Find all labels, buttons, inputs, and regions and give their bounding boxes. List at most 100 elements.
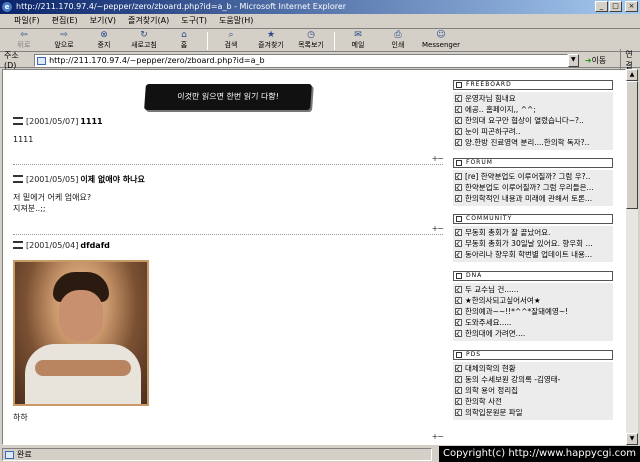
search-button[interactable]: ⌕ 검색: [211, 30, 251, 51]
sidebar-list: 두 교수님 건...... ★한의사되고싶어서여★ 한의예과~~!!*^^*잘돼…: [453, 283, 613, 341]
close-button[interactable]: ×: [625, 1, 638, 12]
post-item: [2001/05/07] 1111 1111: [13, 116, 443, 145]
list-item[interactable]: 양.한방 진료영역 분리....한의학 독자?..: [453, 137, 613, 148]
forward-button[interactable]: ⇨ 앞으로: [44, 30, 84, 51]
arrow-box-icon: [455, 330, 462, 337]
scroll-thumb[interactable]: [626, 81, 638, 209]
post-date: [2001/05/05]: [26, 175, 79, 184]
box-icon: [456, 273, 462, 279]
box-icon: [456, 352, 462, 358]
post-header: [2001/05/05] 이제 없애야 하나요: [13, 174, 443, 186]
post-body-line: 지져분..;;: [13, 204, 46, 213]
list-item[interactable]: 두 교수님 건......: [453, 284, 613, 295]
list-item[interactable]: 동아리나 향우회 학번별 업데이트 내용...: [453, 249, 613, 260]
arrow-box-icon: [455, 184, 462, 191]
box-icon: [456, 82, 462, 88]
menu-favorites[interactable]: 즐겨찾기(A): [122, 14, 175, 28]
list-item[interactable]: 에공.. 홈페이지,, ^^;: [453, 104, 613, 115]
mail-button[interactable]: ✉ 메일: [338, 30, 378, 51]
list-item[interactable]: 눈이 피곤하구려..: [453, 126, 613, 137]
list-item[interactable]: 동의 수세보원 강의록 -김영태-: [453, 374, 613, 385]
list-item[interactable]: 의학입문원문 파일: [453, 407, 613, 418]
list-item[interactable]: 의학 용어 정리집: [453, 385, 613, 396]
arrow-box-icon: [455, 229, 462, 236]
arrow-box-icon: [455, 106, 462, 113]
box-icon: [456, 160, 462, 166]
history-button[interactable]: ◷ 목록보기: [291, 30, 331, 51]
arrow-box-icon: [455, 195, 462, 202]
refresh-button[interactable]: ↻ 새로고침: [124, 30, 164, 51]
post-title[interactable]: 이제 없애야 하나요: [80, 175, 144, 184]
toolbar-separator: [207, 32, 208, 50]
sidebar-box-community: COMMUNITY 무동회 총회가 잘 끝났어요. 무동회 총회가 30일날 있…: [453, 214, 613, 262]
list-item[interactable]: 한의예과~~!!*^^*잘돼예영~!: [453, 306, 613, 317]
messenger-button[interactable]: ☺ Messenger: [418, 30, 464, 51]
arrow-box-icon: [455, 297, 462, 304]
favorites-icon: ★: [266, 30, 276, 40]
arrow-box-icon: [455, 139, 462, 146]
address-input[interactable]: http://211.170.97.4/~pepper/zero/zboard.…: [34, 53, 568, 67]
copyright-watermark: Copyright(c) http://www.happycgi.com: [438, 446, 640, 462]
menu-edit[interactable]: 편집(E): [46, 14, 84, 28]
window-controls: _ □ ×: [595, 1, 638, 12]
sidebar-box-dna: DNA 두 교수님 건...... ★한의사되고싶어서여★ 한의예과~~!!*^…: [453, 271, 613, 341]
list-item[interactable]: 대체의학의 현황: [453, 363, 613, 374]
status-pane: 완료: [2, 447, 432, 461]
post-list-icon: [13, 175, 23, 183]
menu-tools[interactable]: 도구(T): [175, 14, 213, 28]
list-item[interactable]: 무동회 총회가 잘 끝났어요.: [453, 227, 613, 238]
menu-view[interactable]: 보기(V): [84, 14, 122, 28]
box-icon: [456, 216, 462, 222]
sidebar-box-header: FORUM: [453, 158, 613, 168]
arrow-box-icon: [455, 376, 462, 383]
expand-collapse-icon[interactable]: +−: [432, 224, 444, 233]
list-item[interactable]: 운영자님 힘내요: [453, 93, 613, 104]
menu-help[interactable]: 도움말(H): [213, 14, 259, 28]
favorites-button[interactable]: ★ 즐겨찾기: [251, 30, 291, 51]
scroll-down-icon[interactable]: ▼: [626, 433, 638, 445]
menu-file[interactable]: 파일(F): [8, 14, 46, 28]
arrow-box-icon: [455, 398, 462, 405]
mail-icon: ✉: [354, 30, 362, 40]
toolbar-separator: [334, 32, 335, 50]
maximize-button[interactable]: □: [609, 1, 622, 12]
post-item: [2001/05/05] 이제 없애야 하나요 저 밑에거 어케 업애요? 지져분…: [13, 174, 443, 214]
sidebar-box-freeboard: FREEBOARD 운영자님 힘내요 에공.. 홈페이지,, ^^; 한의대 요…: [453, 80, 613, 150]
list-item[interactable]: 한약분업도 이루어질까? 그럼 우리들은...: [453, 182, 613, 193]
minimize-button[interactable]: _: [595, 1, 608, 12]
go-button[interactable]: ➜이동: [585, 55, 606, 66]
expand-collapse-icon[interactable]: +−: [432, 432, 444, 441]
arrow-box-icon: [455, 95, 462, 102]
vertical-scrollbar[interactable]: ▲ ▼: [626, 69, 638, 445]
post-title[interactable]: dfdafd: [80, 241, 110, 250]
stop-button[interactable]: ⊗ 중지: [84, 30, 124, 51]
post-body-line: 저 밑에거 어케 업애요?: [13, 193, 92, 202]
post-date: [2001/05/04]: [26, 241, 79, 250]
arrow-box-icon: [455, 387, 462, 394]
post-divider: [13, 164, 443, 165]
print-button[interactable]: ⎙ 인쇄: [378, 30, 418, 51]
list-item[interactable]: [re] 한약분업도 이루어질까? 그럼 우?..: [453, 171, 613, 182]
expand-collapse-icon[interactable]: +−: [432, 154, 444, 163]
list-item[interactable]: 한의대에 가려면....: [453, 328, 613, 339]
sidebar-box-header: DNA: [453, 271, 613, 281]
arrow-box-icon: [455, 319, 462, 326]
list-item[interactable]: 한의학적인 내용과 미래에 관해서 토론...: [453, 193, 613, 204]
arrow-box-icon: [455, 240, 462, 247]
home-button[interactable]: ⌂ 홈: [164, 30, 204, 51]
toolbar: ⇦ 뒤로 ⇨ 앞으로 ⊗ 중지 ↻ 새로고침 ⌂ 홈 ⌕ 검색 ★ 즐겨찾기 ◷ 목록보기 ✉ 메…: [0, 30, 640, 52]
back-button[interactable]: ⇦ 뒤로: [4, 30, 44, 51]
list-item[interactable]: 한의학 사전: [453, 396, 613, 407]
address-dropdown-icon[interactable]: ▼: [567, 53, 579, 67]
list-item[interactable]: 한의대 요구안 협상이 열렸습니다~?..: [453, 115, 613, 126]
links-button[interactable]: 연결: [620, 49, 640, 71]
list-item[interactable]: ★한의사되고싶어서여★: [453, 295, 613, 306]
scroll-up-icon[interactable]: ▲: [626, 69, 638, 81]
refresh-icon: ↻: [140, 30, 148, 40]
list-item[interactable]: 무동회 총회가 30일날 있어요. 향우회 ...: [453, 238, 613, 249]
forward-arrow-icon: ⇨: [60, 30, 68, 40]
post-title[interactable]: 1111: [80, 117, 102, 126]
sidebar-box-forum: FORUM [re] 한약분업도 이루어질까? 그럼 우?.. 한약분업도 이루…: [453, 158, 613, 206]
ie-logo-icon: e: [2, 2, 12, 12]
list-item[interactable]: 도와주세요.....: [453, 317, 613, 328]
